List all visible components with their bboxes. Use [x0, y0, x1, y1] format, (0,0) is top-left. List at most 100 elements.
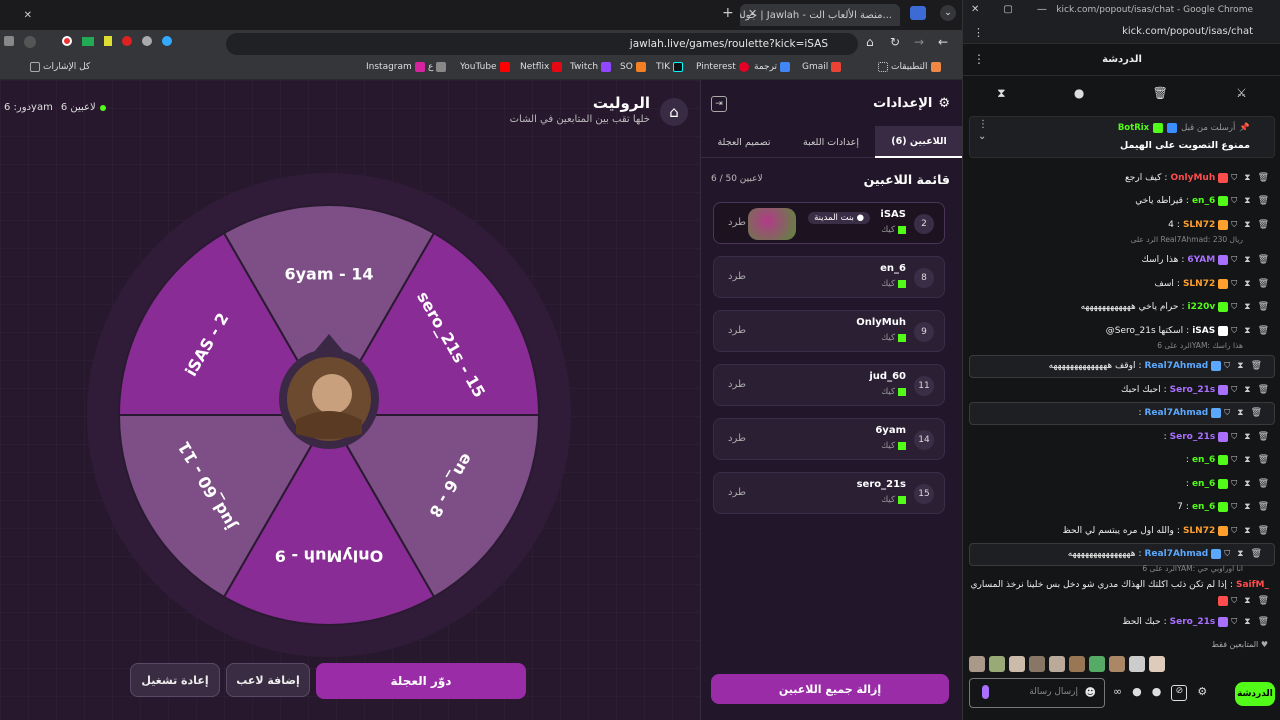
timeout-icon[interactable]: ⧗: [1244, 279, 1250, 289]
emote-icon[interactable]: [1129, 656, 1145, 672]
timeout-icon[interactable]: ⧗: [1244, 617, 1250, 627]
kick-player-button[interactable]: طرد: [728, 487, 746, 498]
kick-player-button[interactable]: طرد: [728, 271, 746, 282]
kick-player-button[interactable]: طرد: [728, 217, 746, 228]
tab-previous[interactable]: ✕: [0, 4, 40, 26]
timeout-icon[interactable]: ⧗: [1237, 408, 1243, 418]
gear-icon[interactable]: ⚙: [1197, 685, 1207, 701]
emote-icon[interactable]: [1049, 656, 1065, 672]
infinity-icon[interactable]: ∞: [1113, 685, 1122, 701]
people-icon[interactable]: ●: [1132, 685, 1142, 701]
reload-icon[interactable]: ↻: [890, 35, 900, 49]
bookmark-netflix[interactable]: Netflix: [520, 62, 563, 72]
trash-icon[interactable]: 🗑: [1153, 86, 1168, 100]
trash-icon[interactable]: 🗑: [1251, 361, 1262, 371]
trash-icon[interactable]: 🗑: [1258, 220, 1269, 230]
opera-icon[interactable]: [62, 36, 72, 46]
chat-username[interactable]: en_6: [1192, 479, 1215, 489]
chat-username[interactable]: SaifM_: [1236, 580, 1269, 590]
forward-icon[interactable]: →: [914, 35, 924, 49]
sword-icon[interactable]: ⚔: [1236, 86, 1247, 100]
timeout-icon[interactable]: ⧗: [1244, 196, 1250, 206]
kick-player-button[interactable]: طرد: [728, 379, 746, 390]
emote-icon[interactable]: [989, 656, 1005, 672]
timeout-icon[interactable]: ⧗: [1244, 526, 1250, 536]
timeout-icon[interactable]: ⧗: [1244, 432, 1250, 442]
new-tab-icon[interactable]: +: [722, 5, 734, 21]
timeout-icon[interactable]: ⧗: [1244, 255, 1250, 265]
bookmark-translate[interactable]: ترجمة: [754, 62, 791, 72]
chat-username[interactable]: OnlyMuh: [1170, 173, 1215, 183]
more-icon[interactable]: ⋮: [973, 26, 984, 39]
chat-username[interactable]: Real7Ahmad: [1145, 408, 1209, 418]
chat-username[interactable]: iSAS: [1192, 326, 1215, 336]
trash-icon[interactable]: 🗑: [1258, 302, 1269, 312]
chat-username[interactable]: SLN72: [1183, 526, 1215, 536]
close-tab-icon[interactable]: ✕: [748, 7, 757, 20]
timeout-icon[interactable]: ⧗: [1244, 302, 1250, 312]
chat-bubble-icon[interactable]: ●: [1152, 685, 1162, 701]
chat-username[interactable]: SLN72: [1183, 220, 1215, 230]
back-icon[interactable]: ←: [938, 35, 948, 49]
bookmark-youtube[interactable]: YouTube: [460, 62, 510, 72]
roulette-wheel[interactable]: 6yam - 14sero_21s - 15en_6 - 8OnlyMuh - …: [86, 172, 572, 658]
emote-icon[interactable]: [1149, 656, 1165, 672]
chat-username[interactable]: SLN72: [1183, 279, 1215, 289]
extension-icon[interactable]: [24, 36, 36, 48]
bookmark-so[interactable]: SO: [620, 62, 646, 72]
emoji-icon[interactable]: ☻: [1085, 686, 1096, 699]
chat-username[interactable]: en_6: [1192, 196, 1215, 206]
chat-input[interactable]: ☻ إرسال رسالة: [969, 678, 1105, 708]
timeout-icon[interactable]: ⧗: [1244, 385, 1250, 395]
extension-icon[interactable]: [82, 37, 94, 46]
microphone-icon[interactable]: [982, 685, 989, 699]
extension-icon[interactable]: [4, 36, 14, 46]
home-icon[interactable]: ⌂: [866, 35, 874, 49]
restart-button[interactable]: إعادة تشغيل: [130, 663, 220, 697]
trash-icon[interactable]: 🗑: [1251, 549, 1262, 559]
notifications-off-icon[interactable]: ⊘: [1171, 685, 1188, 701]
bookmark-twitch[interactable]: Twitch: [570, 62, 612, 72]
timeout-icon[interactable]: ⧗: [1237, 549, 1243, 559]
collapse-panel-icon[interactable]: ⇥: [711, 96, 727, 112]
trash-icon[interactable]: 🗑: [1258, 455, 1269, 465]
bookmark-all[interactable]: كل الإشارات: [30, 62, 90, 72]
trash-icon[interactable]: 🗑: [1258, 502, 1269, 512]
timeout-icon[interactable]: ⧗: [1244, 326, 1250, 336]
chat-username[interactable]: en_6: [1192, 455, 1215, 465]
trash-icon[interactable]: 🗑: [1258, 617, 1269, 627]
tab-jawlah[interactable]: جولة | Jawlah - منصة الألعاب الت...: [740, 4, 900, 26]
chat-username[interactable]: Sero_21s: [1170, 617, 1216, 627]
emote-icon[interactable]: [1009, 656, 1025, 672]
chat-username[interactable]: en_6: [1192, 502, 1215, 512]
kick-player-button[interactable]: طرد: [728, 325, 746, 336]
more-icon[interactable]: ⋮: [973, 52, 985, 66]
trash-icon[interactable]: 🗑: [1258, 596, 1269, 606]
timeout-icon[interactable]: ⧗: [1244, 502, 1250, 512]
timeout-icon[interactable]: ⧗: [1237, 361, 1243, 371]
trash-icon[interactable]: 🗑: [1258, 173, 1269, 183]
tab-game-settings[interactable]: إعدادات اللعبة: [787, 126, 875, 158]
bookmark-tik[interactable]: TIK: [656, 62, 684, 72]
trash-icon[interactable]: 🗑: [1258, 432, 1269, 442]
bookmark-instagram[interactable]: Instagram: [366, 62, 425, 72]
kick-player-button[interactable]: طرد: [728, 433, 746, 444]
spin-button[interactable]: دوّر العجلة: [316, 663, 526, 699]
chat-username[interactable]: Sero_21s: [1170, 432, 1216, 442]
chat-username[interactable]: 6YAM: [1187, 255, 1215, 265]
timeout-icon[interactable]: ⧗: [1244, 596, 1250, 606]
chat-username[interactable]: Sero_21s: [1170, 385, 1216, 395]
maximize-icon[interactable]: ▢: [1003, 4, 1012, 15]
chat-bubble-icon[interactable]: ●: [1074, 86, 1084, 100]
emote-icon[interactable]: [1069, 656, 1085, 672]
add-player-button[interactable]: إضافة لاعب: [226, 663, 310, 697]
chat-username[interactable]: Real7Ahmad: [1145, 361, 1209, 371]
trash-icon[interactable]: 🗑: [1258, 385, 1269, 395]
extension-icon[interactable]: [122, 36, 132, 46]
trash-icon[interactable]: 🗑: [1258, 255, 1269, 265]
chat-username[interactable]: Real7Ahmad: [1145, 549, 1209, 559]
emote-icon[interactable]: [1029, 656, 1045, 672]
trash-icon[interactable]: 🗑: [1251, 408, 1262, 418]
url-bar[interactable]: jawlah.live/games/roulette?kick=iSAS: [226, 33, 858, 55]
extension-icon[interactable]: [142, 36, 152, 46]
